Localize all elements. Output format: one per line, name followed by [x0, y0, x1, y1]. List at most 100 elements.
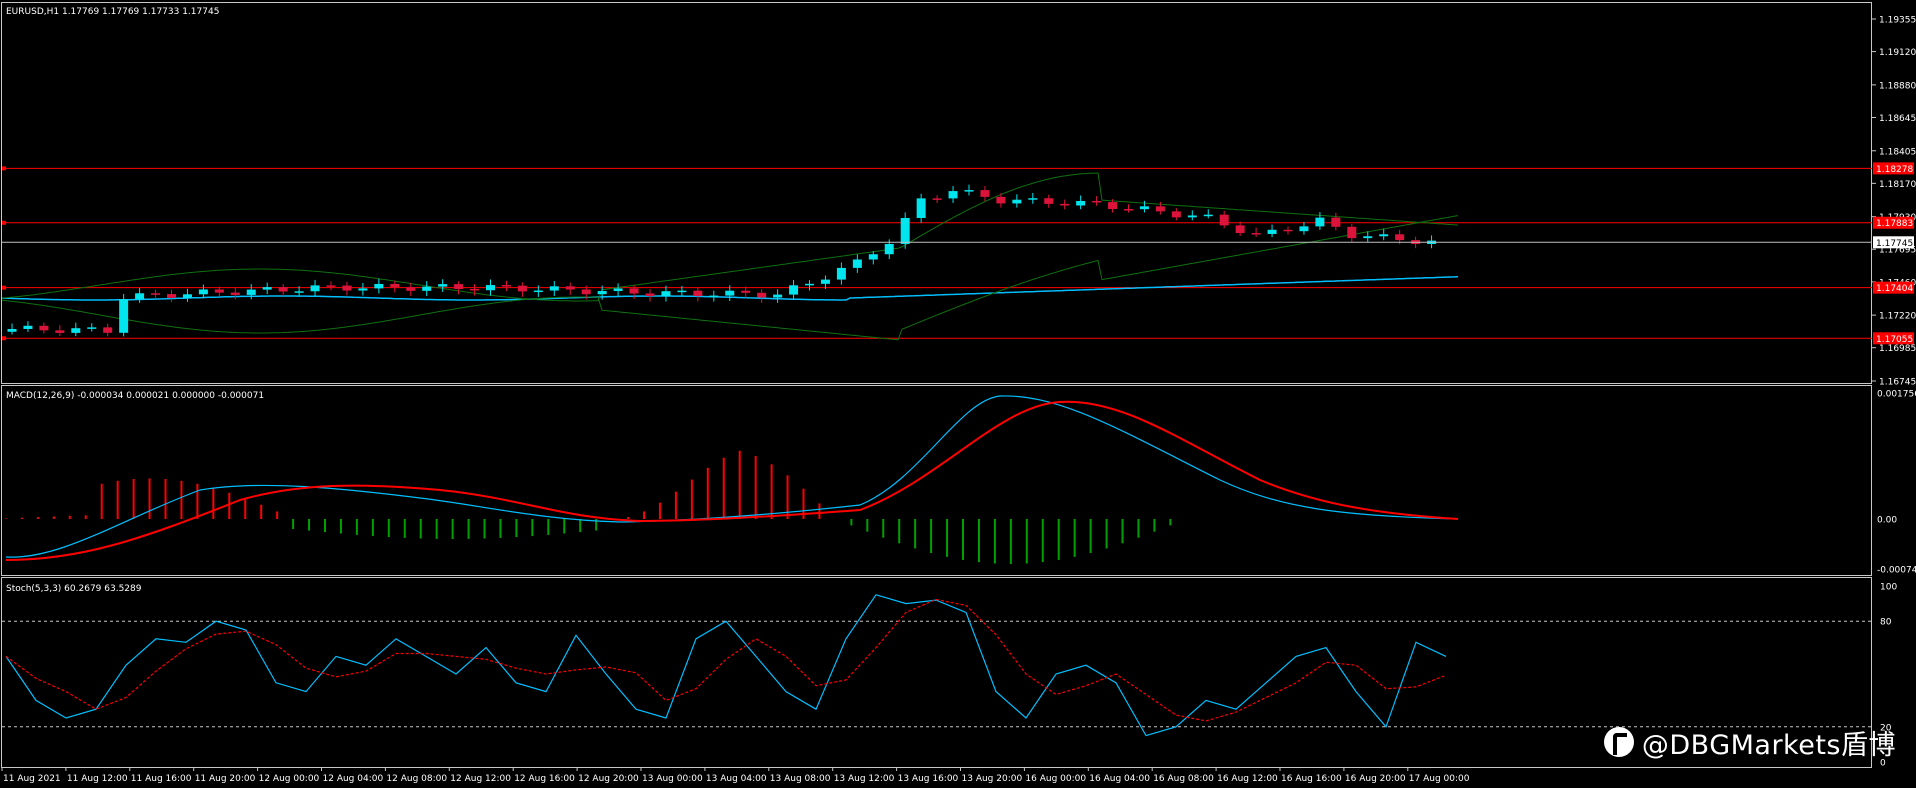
- candle-body: [836, 267, 846, 280]
- candle-body: [661, 291, 671, 297]
- candle-body: [438, 284, 448, 287]
- candle-body: [1363, 236, 1373, 239]
- stoch-frame: [1, 577, 1872, 768]
- candle-body: [486, 285, 495, 291]
- candle-body: [996, 196, 1006, 204]
- level-handle: [2, 220, 6, 225]
- time-tick-label: 13 Aug 20:00: [962, 774, 1023, 784]
- candle-body: [103, 327, 113, 333]
- candle-body: [1203, 214, 1213, 217]
- candle-body: [916, 198, 926, 218]
- time-axis: 11 Aug 2021 11 Aug 12:00 11 Aug 16:00 11 Au…: [1, 767, 1470, 784]
- candle-body: [884, 243, 894, 255]
- trading-chart[interactable]: 1.19355 1.19120 1.18880 1.18645 1.18405 1.181…: [0, 0, 1916, 788]
- candle-body: [597, 291, 607, 295]
- candle-body: [820, 279, 830, 284]
- candle-body: [1187, 215, 1197, 218]
- level-handle: [2, 285, 6, 290]
- candle-body: [1235, 225, 1245, 234]
- macd-frame: [1, 385, 1872, 576]
- time-tick-label: 12 Aug 20:00: [578, 774, 639, 784]
- candle-body: [1124, 209, 1133, 211]
- candle-body: [1219, 214, 1229, 226]
- candle-body: [501, 285, 511, 287]
- candle-body: [1108, 202, 1118, 210]
- horizontal-levels[interactable]: 1.18278 1.17883 1.17404 1.17055: [2, 162, 1914, 345]
- stochastic-plot: [2, 594, 1872, 737]
- price-tick-label: 1.17220: [1879, 312, 1916, 322]
- candle-body: [1395, 234, 1405, 241]
- candle-body: [1139, 206, 1149, 210]
- candle-body: [533, 290, 543, 293]
- candle-body: [23, 325, 33, 329]
- candle-body: [868, 254, 878, 260]
- candle-body: [151, 293, 161, 295]
- watermark-text: @DBGMarkets盾博: [1641, 729, 1896, 761]
- level-price-label: 1.17404: [1876, 284, 1913, 294]
- candle-body: [1299, 226, 1309, 232]
- candle-body: [1379, 234, 1389, 237]
- time-tick-label: 16 Aug 20:00: [1345, 774, 1406, 784]
- candle-body: [900, 217, 910, 244]
- macd-signal-line: [5, 400, 1459, 561]
- candle-body: [358, 288, 368, 291]
- candle-body: [167, 294, 176, 298]
- macd-plot: [5, 395, 1459, 564]
- time-tick-label: 16 Aug 12:00: [1217, 774, 1278, 784]
- candle-body: [1012, 199, 1022, 204]
- time-tick-label: 13 Aug 00:00: [642, 774, 703, 784]
- stoch-tick-label: 100: [1880, 583, 1897, 593]
- candle-body: [1267, 229, 1277, 234]
- candle-body: [517, 285, 527, 292]
- candle-body: [932, 198, 942, 200]
- stoch-header: Stoch(5,3,3) 60.2679 63.5289: [6, 584, 142, 594]
- level-handle: [2, 166, 6, 171]
- macd-axis: 0.001756 0.00 -0.000747: [1877, 390, 1916, 576]
- time-tick-label: 11 Aug 12:00: [67, 774, 128, 784]
- candle-body: [741, 290, 751, 293]
- candle-body: [342, 285, 352, 291]
- candle-body: [948, 191, 958, 199]
- level-price-label: 1.17883: [1876, 219, 1913, 229]
- candle-body: [214, 289, 224, 293]
- macd-tick-label: 0.001756: [1877, 390, 1916, 400]
- candle-body: [390, 283, 400, 288]
- candle-body: [1060, 203, 1070, 206]
- time-tick-label: 16 Aug 08:00: [1153, 774, 1214, 784]
- time-tick-label: 11 Aug 20:00: [195, 774, 256, 784]
- candle-body: [1092, 200, 1102, 203]
- stoch-main-line: [5, 594, 1447, 737]
- time-tick-label: 16 Aug 16:00: [1281, 774, 1342, 784]
- candlesticks: [7, 184, 1437, 337]
- candle-body: [71, 328, 81, 333]
- candle-body: [565, 286, 575, 290]
- stoch-signal-line: [5, 598, 1447, 722]
- time-tick-label: 13 Aug 16:00: [898, 774, 959, 784]
- candle-body: [645, 293, 655, 297]
- candle-body: [964, 190, 974, 192]
- price-axis: 1.19355 1.19120 1.18880 1.18645 1.18405 1.181…: [1872, 16, 1916, 388]
- candle-body: [230, 292, 240, 295]
- candle-body: [613, 288, 623, 292]
- level-price-label: 1.17055: [1876, 335, 1913, 345]
- candle-body: [87, 327, 97, 329]
- current-price-marker: 1.17745: [2, 236, 1914, 249]
- time-tick-label: 12 Aug 16:00: [514, 774, 575, 784]
- candle-body: [1028, 198, 1038, 200]
- candle-body: [629, 288, 639, 294]
- main-chart-header: EURUSD,H1 1.17769 1.17769 1.17733 1.1774…: [6, 7, 219, 17]
- time-tick-label: 17 Aug 00:00: [1409, 774, 1470, 784]
- candle-body: [278, 287, 288, 292]
- upper-band-line: [1, 172, 1459, 302]
- dbg-logo-icon: [1603, 727, 1634, 757]
- candle-body: [805, 283, 814, 286]
- time-tick-label: 13 Aug 12:00: [834, 774, 895, 784]
- price-tick-label: 1.18880: [1879, 81, 1916, 91]
- candle-body: [725, 290, 735, 296]
- candle-body: [1315, 217, 1325, 227]
- price-tick-label: 1.19120: [1879, 48, 1916, 58]
- time-tick-label: 12 Aug 08:00: [386, 774, 447, 784]
- current-price-label: 1.17745: [1876, 239, 1913, 249]
- candle-body: [1251, 233, 1261, 235]
- candle-body: [1283, 229, 1293, 232]
